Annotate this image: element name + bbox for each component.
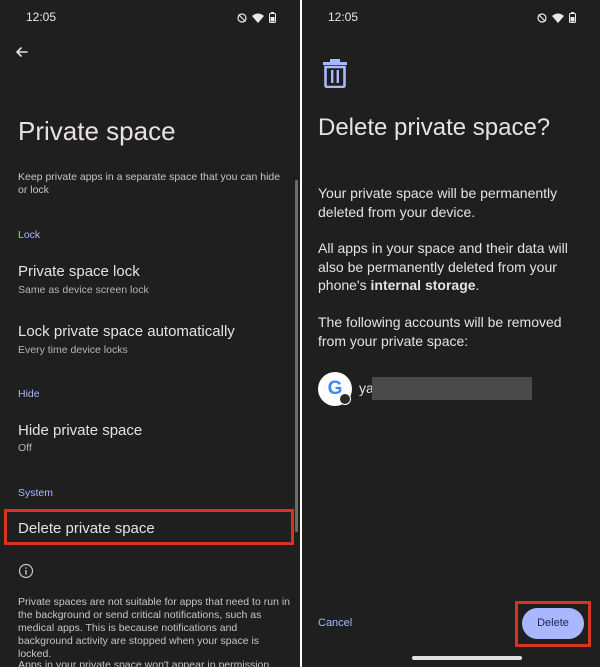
nav-handle[interactable] (412, 656, 522, 660)
item-title: Private space lock (18, 263, 140, 280)
status-icons (537, 10, 576, 28)
footer-text-cut: Apps in your private space won't appear … (18, 659, 270, 667)
status-icons (237, 10, 276, 28)
work-badge-icon (339, 393, 351, 405)
dialog-paragraph-3: The following accounts will be removed f… (318, 314, 562, 349)
dnd-icon (237, 10, 247, 28)
trash-icon (322, 58, 348, 93)
para2-suffix: . (475, 277, 480, 293)
item-subtitle: Every time device locks (18, 344, 128, 356)
wifi-icon (552, 10, 564, 28)
wifi-icon (252, 10, 264, 28)
page-title: Private space (18, 116, 176, 146)
battery-icon (569, 10, 576, 28)
scrollbar[interactable] (295, 180, 298, 532)
back-arrow-icon[interactable] (12, 42, 32, 62)
item-subtitle: Off (18, 442, 32, 454)
page-description: Keep private apps in a separate space th… (18, 171, 281, 196)
battery-icon (269, 10, 276, 28)
item-title: Lock private space automatically (18, 323, 235, 340)
dialog-title: Delete private space? (318, 114, 551, 141)
dialog-paragraph-1: Your private space will be permanently d… (318, 185, 558, 220)
left-screen: 12:05 Private space Keep private apps in… (0, 0, 300, 667)
status-time: 12:05 (328, 10, 359, 24)
status-time: 12:05 (26, 10, 57, 24)
section-hide: Hide (18, 388, 40, 400)
section-system: System (18, 487, 54, 499)
cancel-button[interactable]: Cancel (318, 617, 352, 629)
section-lock: Lock (18, 229, 41, 241)
internal-storage-label: internal storage (370, 277, 476, 293)
status-bar: 12:05 (0, 0, 300, 34)
dialog-paragraph-2: All apps in your space and their data wi… (318, 239, 588, 295)
google-icon: G (318, 372, 352, 406)
redacted-account-email (372, 377, 532, 400)
delete-private-space-item[interactable]: Delete private space (18, 520, 155, 537)
status-bar: 12:05 (302, 0, 600, 34)
delete-button[interactable]: Delete (522, 608, 584, 639)
item-subtitle: Same as device screen lock (18, 284, 149, 296)
item-title: Hide private space (18, 422, 143, 439)
footer-text: Private spaces are not suitable for apps… (18, 596, 291, 660)
dnd-icon (537, 10, 547, 28)
info-icon (18, 563, 34, 579)
